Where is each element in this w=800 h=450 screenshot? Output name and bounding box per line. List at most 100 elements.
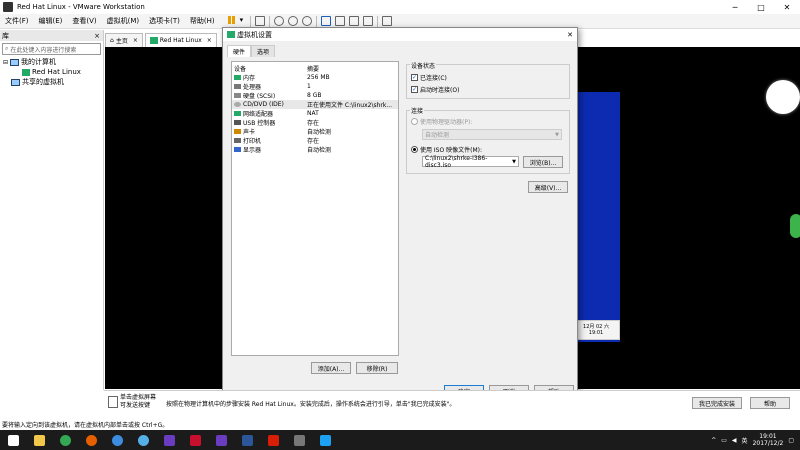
menu-view[interactable]: 查看(V) <box>67 16 101 26</box>
device-row-printer[interactable]: 打印机 存在 <box>232 136 398 145</box>
library-search-input[interactable]: ⌕ 在此处键入内容进行搜索 <box>2 43 101 55</box>
menu-vm[interactable]: 虚拟机(M) <box>102 16 145 26</box>
tab-home[interactable]: ⌂ 主页 × <box>105 33 143 47</box>
add-device-button[interactable]: 添加(A)... <box>311 362 351 374</box>
ime-indicator[interactable]: 英 <box>742 436 748 445</box>
check-icon: ✓ <box>411 86 418 93</box>
display-icon <box>234 147 241 152</box>
device-row-usb-controller[interactable]: USB 控制器 存在 <box>232 118 398 127</box>
start-icon[interactable] <box>5 432 21 448</box>
title-bar: Red Hat Linux - VMware Workstation ─ □ ✕ <box>0 0 800 14</box>
device-row-cd-dvd[interactable]: CD/DVD (IDE) 正在使用文件 C:\linux2\shrk... <box>232 100 398 109</box>
menu-edit[interactable]: 编辑(E) <box>34 16 68 26</box>
device-list-header: 设备 摘要 <box>234 66 320 73</box>
maximize-button[interactable]: □ <box>748 3 774 12</box>
advanced-button[interactable]: 高级(V)... <box>528 181 568 193</box>
app-s-icon[interactable] <box>109 432 125 448</box>
shared-vm-icon <box>11 78 20 86</box>
home-icon: ⌂ <box>110 37 114 44</box>
hard-disk-icon <box>234 93 241 98</box>
notification-icon[interactable]: ▢ <box>788 437 794 444</box>
printer-icon <box>234 138 241 143</box>
tree-item-my-computer[interactable]: ⊟ 我的计算机 <box>0 57 103 67</box>
collapse-icon[interactable]: ⊟ <box>3 59 8 66</box>
floating-green-icon[interactable] <box>790 214 800 238</box>
menu-file[interactable]: 文件(F) <box>0 16 34 26</box>
installation-complete-button[interactable]: 我已完成安装 <box>692 397 742 409</box>
snapshot-icon[interactable] <box>273 16 284 26</box>
physical-drive-select[interactable]: 自动检测 ▼ <box>422 129 562 140</box>
chrome-icon[interactable] <box>57 432 73 448</box>
menu-tabs[interactable]: 选项卡(T) <box>144 16 185 26</box>
app-bird-icon[interactable] <box>317 432 333 448</box>
device-list: 设备 摘要 内存 256 MB 处理器 1 硬盘 (SCSI) 8 GB CD/… <box>231 61 399 356</box>
device-row-memory[interactable]: 内存 256 MB <box>232 73 398 82</box>
sound-card-icon <box>234 129 241 134</box>
dialog-title-bar: 虚拟机设置 ✕ <box>223 28 577 41</box>
device-row-display[interactable]: 显示器 自动检测 <box>232 145 398 154</box>
iso-path-combobox[interactable]: C:\linux2\shrke-i386-disc3.iso ▼ <box>422 155 519 169</box>
vm-tab-icon <box>149 37 158 44</box>
app-purple2-icon[interactable] <box>213 432 229 448</box>
tray-arrow-icon[interactable]: ^ <box>711 437 716 444</box>
menu-help[interactable]: 帮助(H) <box>185 16 220 26</box>
vmware-icon[interactable] <box>291 432 307 448</box>
hint-help-button[interactable]: 帮助 <box>750 397 790 409</box>
app-red-icon[interactable] <box>187 432 203 448</box>
tab-close-icon[interactable]: × <box>133 37 138 44</box>
tab-close-icon[interactable]: × <box>207 37 212 44</box>
hint-instructions: 按照在物理计算机中的步骤安装 Red Hat Linux。安装完成后，操作系统会… <box>166 401 456 408</box>
use-iso-image-radio[interactable]: 使用 ISO 映像文件(M): <box>411 145 482 154</box>
chevron-down-icon[interactable]: ▼ <box>512 159 516 165</box>
netease-icon[interactable] <box>265 432 281 448</box>
network-adapter-icon <box>234 111 241 116</box>
fullscreen-icon[interactable] <box>348 16 359 26</box>
word-icon[interactable] <box>239 432 255 448</box>
library-close-icon[interactable]: × <box>94 32 100 40</box>
floating-bird-icon[interactable] <box>766 80 800 114</box>
device-row-hard-disk[interactable]: 硬盘 (SCSI) 8 GB <box>232 91 398 100</box>
tab-red-hat-linux[interactable]: Red Hat Linux × <box>144 33 217 47</box>
cloud-icon[interactable] <box>135 432 151 448</box>
volume-icon[interactable]: ◀ <box>732 437 737 444</box>
usb-icon <box>234 120 241 125</box>
vm-icon <box>22 68 30 76</box>
remove-device-button[interactable]: 移除(R) <box>356 362 398 374</box>
unity-icon[interactable] <box>362 16 373 26</box>
chevron-down-icon: ▼ <box>555 131 559 138</box>
tree-item-red-hat-linux[interactable]: Red Hat Linux <box>0 67 103 77</box>
connected-checkbox[interactable]: ✓ 已连接(C) <box>411 73 447 82</box>
processor-icon <box>234 84 241 89</box>
monitor-icon <box>108 396 118 408</box>
dialog-vm-icon <box>227 31 235 38</box>
library-view-icon[interactable] <box>320 16 331 26</box>
library-panel: 库 × ⌕ 在此处键入内容进行搜索 ⊟ 我的计算机 Red Hat Linux … <box>0 30 104 390</box>
device-row-processor[interactable]: 处理器 1 <box>232 82 398 91</box>
pause-icon[interactable] <box>227 16 236 26</box>
connect-on-power-on-checkbox[interactable]: ✓ 启动时连接(O) <box>411 85 459 94</box>
dialog-close-icon[interactable]: ✕ <box>563 31 577 39</box>
explorer-icon[interactable] <box>31 432 47 448</box>
snapshot-manager-icon[interactable] <box>301 16 312 26</box>
device-row-sound-card[interactable]: 声卡 自动检测 <box>232 127 398 136</box>
browse-button[interactable]: 浏览(B)... <box>523 156 563 168</box>
close-window-button[interactable]: ✕ <box>774 3 800 12</box>
console-view-icon[interactable] <box>334 16 345 26</box>
taskbar-clock[interactable]: 19:01 2017/12/2 <box>753 433 784 447</box>
tab-strip: ⌂ 主页 × Red Hat Linux × <box>105 33 219 47</box>
tree-item-shared-vms[interactable]: 共享的虚拟机 <box>0 77 103 87</box>
minimize-button[interactable]: ─ <box>722 3 748 12</box>
stretch-icon[interactable] <box>381 16 392 26</box>
dropdown-icon[interactable]: ▾ <box>240 16 246 26</box>
firefox-icon[interactable] <box>83 432 99 448</box>
network-icon[interactable]: ▭ <box>721 437 727 444</box>
send-keys-icon[interactable] <box>254 16 265 26</box>
revert-snapshot-icon[interactable] <box>287 16 298 26</box>
tab-hardware[interactable]: 硬件 <box>227 45 252 57</box>
tab-options[interactable]: 选项 <box>251 45 276 57</box>
app-purple1-icon[interactable] <box>161 432 177 448</box>
use-physical-drive-radio[interactable]: 使用物理驱动器(P): <box>411 117 472 126</box>
search-placeholder: 在此处键入内容进行搜索 <box>10 46 77 54</box>
device-row-network-adapter[interactable]: 网络适配器 NAT <box>232 109 398 118</box>
connection-title: 连接 <box>410 106 425 115</box>
